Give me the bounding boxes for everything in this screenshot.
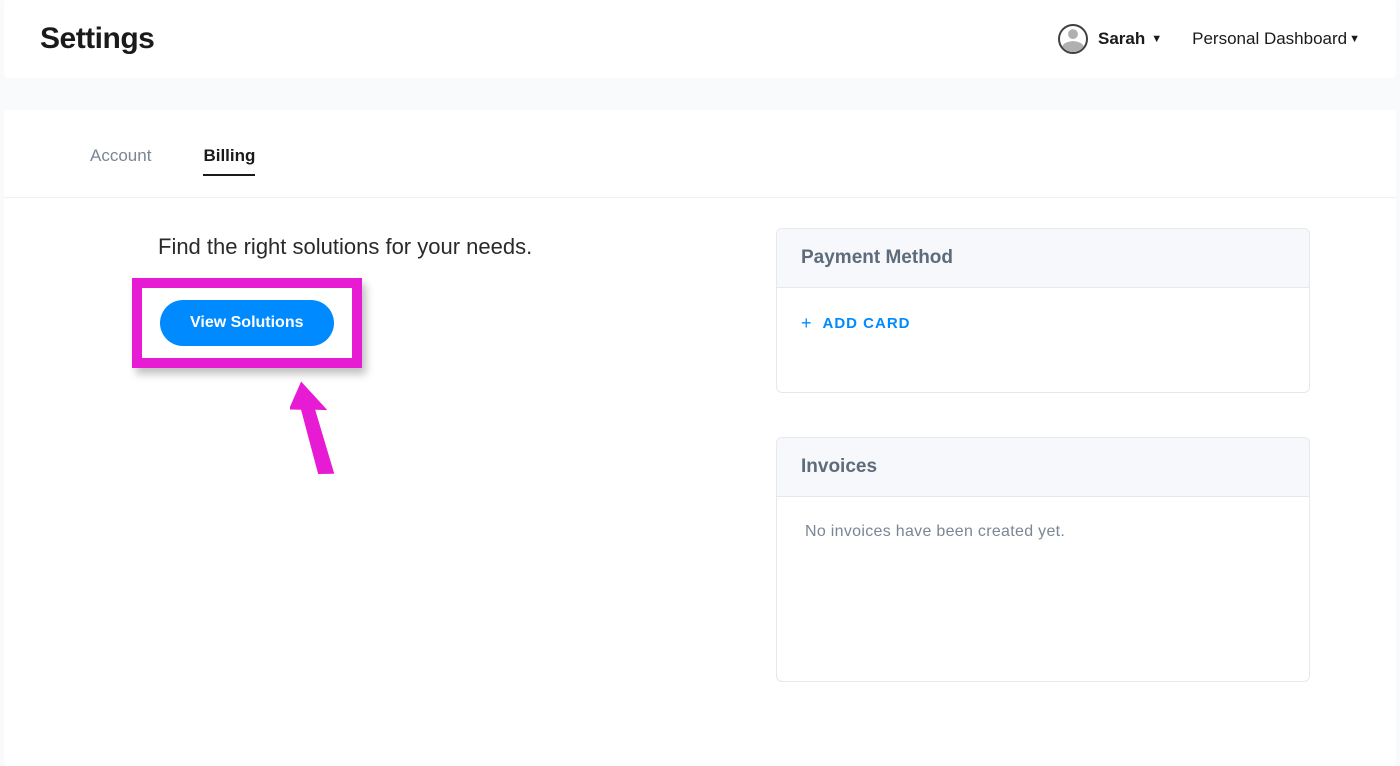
caret-down-icon: ▼ [1349,33,1360,45]
user-name: Sarah [1098,29,1145,49]
left-column: Find the right solutions for your needs.… [90,228,736,726]
content: Find the right solutions for your needs.… [4,198,1396,766]
invoices-empty-text: No invoices have been created yet. [805,523,1281,541]
invoices-card: Invoices No invoices have been created y… [776,437,1310,682]
dashboard-label: Personal Dashboard [1192,29,1347,49]
payment-method-header: Payment Method [777,229,1309,288]
dashboard-switch[interactable]: Personal Dashboard ▼ [1192,29,1360,49]
caret-down-icon: ▼ [1151,33,1162,45]
header-bar: Settings Sarah ▼ Personal Dashboard ▼ [4,0,1396,78]
view-solutions-button[interactable]: View Solutions [160,300,334,346]
tab-billing[interactable]: Billing [203,146,255,176]
avatar-icon [1058,24,1088,54]
annotation-arrow-icon [290,380,736,484]
header-right: Sarah ▼ Personal Dashboard ▼ [1058,24,1360,54]
user-menu[interactable]: Sarah ▼ [1058,24,1162,54]
content-wrap: Account Billing Find the right solutions… [4,110,1396,766]
annotation-highlight-box: View Solutions [132,278,362,368]
right-column: Payment Method + ADD CARD Invoices No in… [776,228,1310,726]
plus-icon: + [801,314,813,332]
page-title: Settings [40,22,154,56]
payment-method-body: + ADD CARD [777,288,1309,392]
payment-method-card: Payment Method + ADD CARD [776,228,1310,393]
invoices-body: No invoices have been created yet. [777,497,1309,681]
tab-account[interactable]: Account [90,146,151,175]
add-card-button[interactable]: + ADD CARD [801,314,1285,332]
add-card-label: ADD CARD [823,315,911,332]
tabs: Account Billing [4,110,1396,198]
invoices-header: Invoices [777,438,1309,497]
solutions-prompt: Find the right solutions for your needs. [158,234,736,260]
